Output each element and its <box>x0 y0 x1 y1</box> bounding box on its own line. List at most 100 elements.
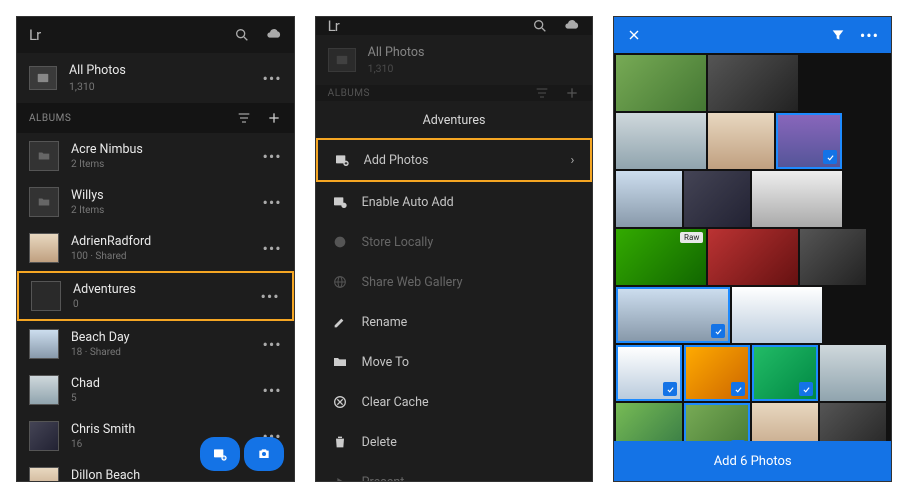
photo-cell[interactable] <box>732 287 822 343</box>
chevron-right-icon: › <box>570 153 574 168</box>
photo-cell[interactable] <box>616 287 730 343</box>
photo-cell[interactable] <box>800 229 866 285</box>
more-icon[interactable]: ••• <box>262 335 281 354</box>
check-circle-icon <box>332 234 348 250</box>
photo-cell[interactable] <box>684 345 750 401</box>
all-photos-thumb <box>29 66 57 90</box>
photo-cell[interactable] <box>752 345 818 401</box>
photo-cell[interactable] <box>752 403 818 441</box>
auto-add-icon <box>332 194 348 210</box>
photo-cell[interactable] <box>616 171 682 227</box>
album-row[interactable]: Willys2 Items ••• <box>17 179 294 225</box>
app-logo: Lr <box>29 26 40 44</box>
app-header: Lr <box>17 17 294 53</box>
photo-cell[interactable] <box>820 403 886 441</box>
photo-cell[interactable] <box>684 403 750 441</box>
photo-cell[interactable] <box>776 113 842 169</box>
more-icon[interactable]: ••• <box>860 26 879 45</box>
more-icon[interactable]: ••• <box>260 287 279 306</box>
close-icon[interactable] <box>626 27 642 43</box>
add-icon[interactable] <box>266 110 282 126</box>
trash-icon <box>332 434 348 450</box>
more-icon[interactable]: ••• <box>262 147 281 166</box>
more-icon[interactable]: ••• <box>262 193 281 212</box>
add-icon <box>564 85 580 101</box>
photo-cell[interactable] <box>708 113 774 169</box>
app-header: Lr <box>316 17 593 35</box>
screen-photo-picker: ••• Raw Raw Add 6 Photos <box>613 16 892 482</box>
photo-cell[interactable] <box>616 403 682 441</box>
play-icon <box>332 474 348 482</box>
folder-icon <box>29 187 59 217</box>
check-icon <box>731 440 745 441</box>
album-row[interactable]: Chad5 ••• <box>17 367 294 413</box>
album-row[interactable]: Acre Nimbus2 Items ••• <box>17 133 294 179</box>
album-thumb <box>29 329 59 359</box>
photo-cell[interactable] <box>708 55 798 111</box>
album-thumb <box>29 233 59 263</box>
filter-icon[interactable] <box>830 27 846 43</box>
pencil-icon <box>332 314 348 330</box>
album-thumb <box>29 375 59 405</box>
photo-cell[interactable] <box>708 229 798 285</box>
more-icon[interactable]: ••• <box>262 239 281 258</box>
cloud-icon[interactable] <box>266 27 282 43</box>
all-photos-row: All Photos 1,310 <box>316 35 593 85</box>
menu-store-locally: Store Locally <box>316 222 593 262</box>
photo-cell[interactable] <box>616 113 706 169</box>
search-icon[interactable] <box>234 27 250 43</box>
sort-icon[interactable] <box>236 110 252 126</box>
check-icon <box>663 382 677 396</box>
menu-present: Present <box>316 462 593 482</box>
menu-title: Adventures <box>316 101 593 138</box>
sort-icon <box>534 85 550 101</box>
globe-icon <box>332 274 348 290</box>
all-photos-count: 1,310 <box>69 80 250 93</box>
screen-album-menu: Lr All Photos 1,310 ALBUMS Adventures Ad… <box>315 16 594 482</box>
albums-section-header: ALBUMS <box>316 85 593 101</box>
albums-section-header: ALBUMS <box>17 103 294 133</box>
check-icon <box>731 382 745 396</box>
photo-grid: Raw Raw <box>614 53 891 441</box>
album-thumb <box>31 281 61 311</box>
raw-badge: Raw <box>680 232 703 243</box>
photo-cell[interactable] <box>616 55 706 111</box>
menu-clear-cache[interactable]: Clear Cache <box>316 382 593 422</box>
add-to-album-button[interactable] <box>200 437 240 471</box>
menu-move-to[interactable]: Move To <box>316 342 593 382</box>
all-photos-title: All Photos <box>69 63 250 78</box>
more-icon[interactable]: ••• <box>262 381 281 400</box>
screen-albums-list: Lr All Photos 1,310 ••• ALBUMS <box>16 16 295 482</box>
menu-add-photos[interactable]: Add Photos › <box>316 138 593 182</box>
album-row[interactable]: Beach Day18 · Shared ••• <box>17 321 294 367</box>
album-thumb <box>29 421 59 451</box>
add-photos-button[interactable]: Add 6 Photos <box>614 441 891 481</box>
picker-header: ••• <box>614 17 891 53</box>
menu-enable-auto-add[interactable]: Enable Auto Add <box>316 182 593 222</box>
camera-button[interactable] <box>244 437 284 471</box>
check-icon <box>799 382 813 396</box>
check-icon <box>823 150 837 164</box>
move-icon <box>332 354 348 370</box>
menu-delete[interactable]: Delete <box>316 422 593 462</box>
all-photos-row[interactable]: All Photos 1,310 ••• <box>17 53 294 103</box>
menu-rename[interactable]: Rename <box>316 302 593 342</box>
album-thumb <box>29 467 59 481</box>
photo-cell[interactable]: Raw <box>616 229 706 285</box>
album-menu: Add Photos › Enable Auto Add Store Local… <box>316 138 593 482</box>
all-photos-thumb <box>328 48 356 72</box>
album-row-adventures[interactable]: Adventures0 ••• <box>17 271 294 321</box>
cloud-icon[interactable] <box>564 18 580 34</box>
album-row[interactable]: AdrienRadford100 · Shared ••• <box>17 225 294 271</box>
more-icon[interactable]: ••• <box>262 69 281 88</box>
photo-cell[interactable] <box>616 345 682 401</box>
search-icon[interactable] <box>532 18 548 34</box>
albums-label: ALBUMS <box>29 113 71 124</box>
floating-actions <box>200 437 284 471</box>
photo-cell[interactable] <box>684 171 750 227</box>
folder-icon <box>29 141 59 171</box>
photo-cell[interactable] <box>752 171 842 227</box>
add-photos-icon <box>334 152 350 168</box>
menu-share-gallery: Share Web Gallery <box>316 262 593 302</box>
photo-cell[interactable] <box>820 345 886 401</box>
